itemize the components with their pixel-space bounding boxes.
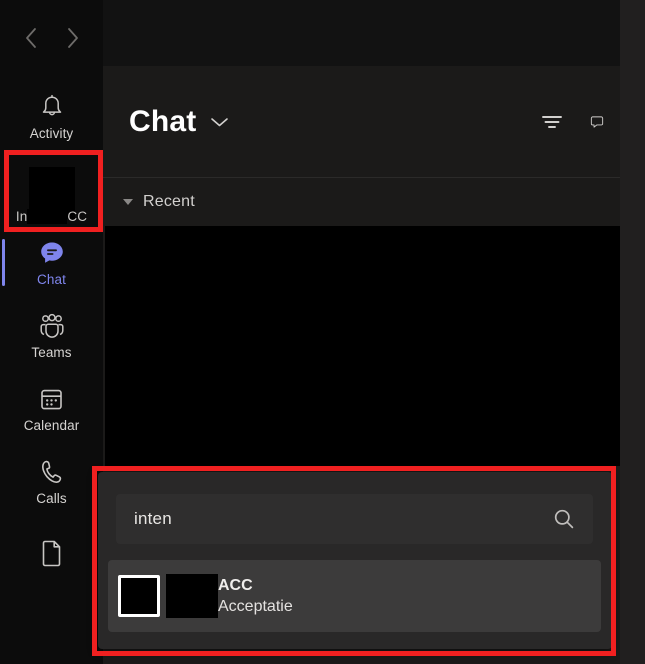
search-input[interactable] xyxy=(134,509,549,529)
sidebar-item-label: Teams xyxy=(31,345,72,360)
sidebar-item-label-redacted: InXXXXCC xyxy=(16,209,87,224)
app-sidebar: Activity InXXXXCC Ch xyxy=(0,0,103,664)
navigation-arrows xyxy=(0,18,103,58)
sidebar-item-label: Calendar xyxy=(23,418,80,433)
sidebar-item-label: Chat xyxy=(37,272,66,287)
sidebar-item-activity[interactable]: Activity xyxy=(0,80,103,153)
sidebar-item-files[interactable] xyxy=(0,518,103,591)
page-title: Chat xyxy=(129,104,197,138)
sidebar-item-organization[interactable]: InXXXXCC xyxy=(0,153,103,226)
triangle-down-icon xyxy=(123,199,133,205)
desktop-background xyxy=(620,0,645,664)
org-label-suffix: CC xyxy=(67,209,88,224)
bell-icon xyxy=(39,92,65,122)
sidebar-item-label: Calls xyxy=(36,491,67,506)
chat-pane-header: Chat xyxy=(103,66,620,178)
sidebar-item-calls[interactable]: Calls xyxy=(0,445,103,518)
chevron-down-icon[interactable] xyxy=(210,116,229,128)
redacted-avatar-name xyxy=(166,574,218,618)
sidebar-item-chat[interactable]: Chat xyxy=(0,226,103,299)
org-label-prefix: In xyxy=(15,209,28,224)
teams-window: Activity InXXXXCC Ch xyxy=(0,0,620,664)
file-document-icon xyxy=(39,538,65,568)
search-result-text: ACC Acceptatie xyxy=(218,576,293,617)
back-button[interactable] xyxy=(20,25,42,51)
search-result-subtitle: Acceptatie xyxy=(218,597,293,615)
chat-bubble-icon xyxy=(38,238,66,268)
avatar xyxy=(118,575,160,617)
screenshot-root: Activity InXXXXCC Ch xyxy=(0,0,645,664)
forward-button[interactable] xyxy=(62,25,84,51)
calendar-icon xyxy=(38,384,65,414)
chat-header-actions xyxy=(540,110,606,134)
org-label-redaction: XXXX xyxy=(27,209,68,224)
sidebar-item-calendar[interactable]: Calendar xyxy=(0,372,103,445)
chat-list-redacted-area xyxy=(105,226,620,466)
search-box[interactable] xyxy=(116,494,593,544)
search-result-item[interactable]: ACC Acceptatie xyxy=(108,560,601,632)
new-chat-icon[interactable] xyxy=(590,110,604,134)
sidebar-item-teams[interactable]: Teams xyxy=(0,299,103,372)
sidebar-item-list: Activity InXXXXCC Ch xyxy=(0,80,103,591)
teams-people-icon xyxy=(37,311,67,341)
people-search-popover: ACC Acceptatie xyxy=(98,472,612,649)
phone-icon xyxy=(38,457,65,487)
search-result-title: ACC xyxy=(218,576,253,594)
filter-icon[interactable] xyxy=(540,112,564,132)
search-icon[interactable] xyxy=(549,504,579,534)
sidebar-item-label: Activity xyxy=(29,126,74,141)
recent-label: Recent xyxy=(143,193,195,210)
recent-section-header[interactable]: Recent xyxy=(103,178,620,226)
